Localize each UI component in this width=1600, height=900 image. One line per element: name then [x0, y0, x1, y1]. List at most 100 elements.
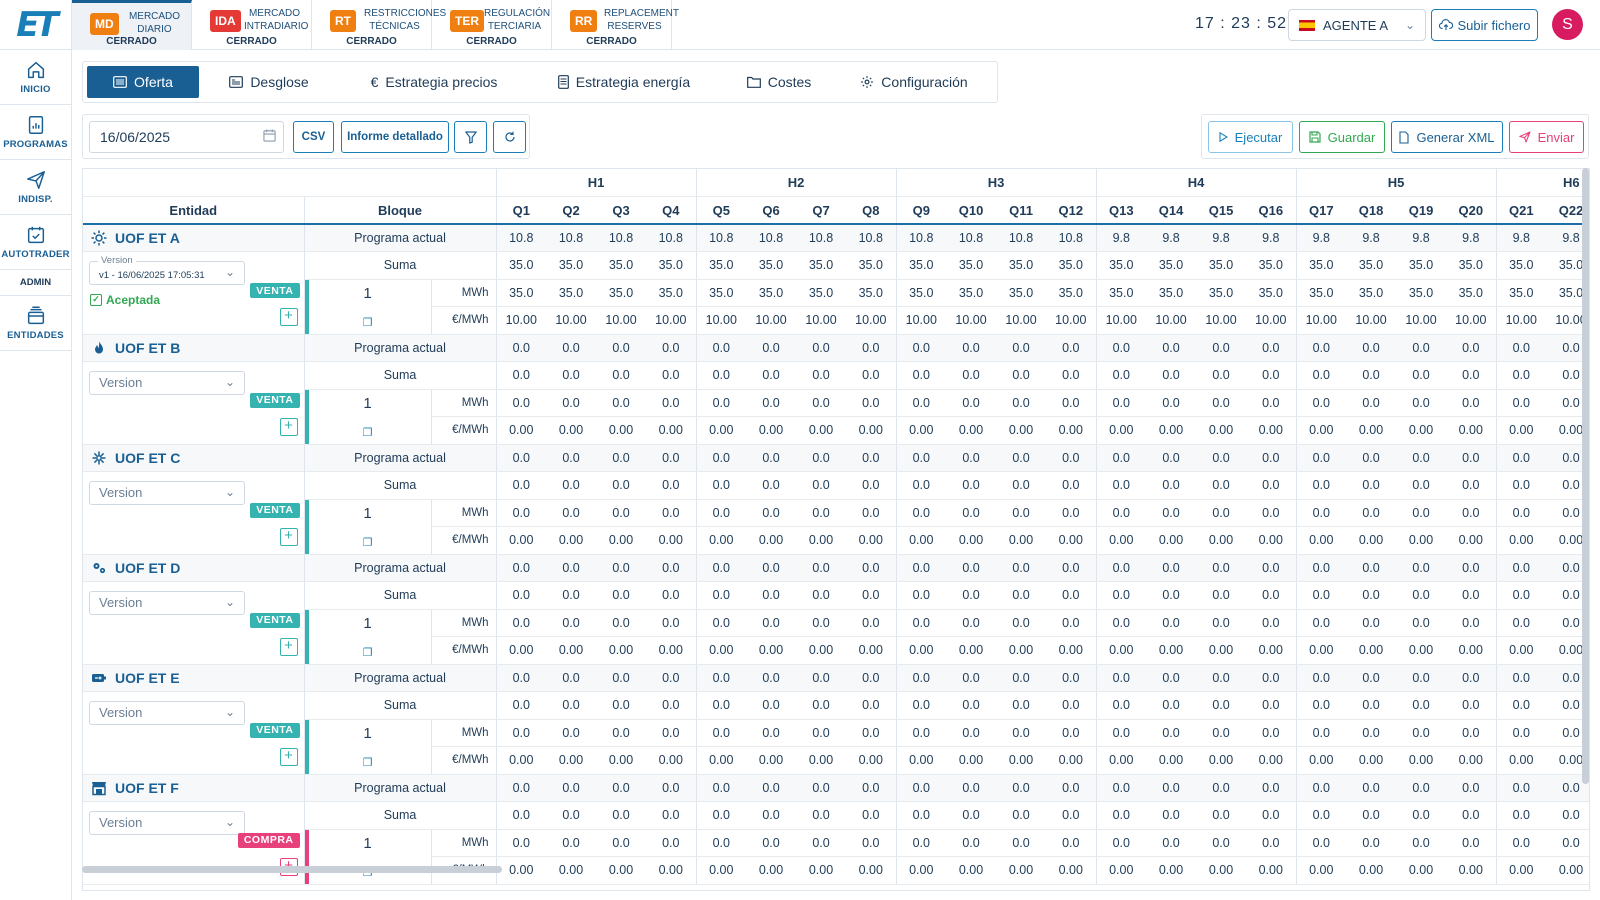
value-cell[interactable]: 35.0 — [895, 279, 947, 307]
value-cell[interactable]: 0.00 — [1346, 416, 1397, 445]
value-cell[interactable]: 10.00 — [596, 306, 647, 335]
value-cell[interactable]: 10.00 — [495, 306, 547, 335]
value-cell[interactable]: 0.00 — [1396, 746, 1447, 775]
value-cell[interactable]: 0.00 — [1246, 746, 1297, 775]
value-cell[interactable]: 0.00 — [646, 746, 697, 775]
value-cell[interactable]: 0.00 — [895, 856, 947, 885]
value-cell[interactable]: 0.0 — [1196, 499, 1247, 527]
guardar-button[interactable]: Guardar — [1299, 121, 1385, 153]
value-cell[interactable]: 0.0 — [796, 499, 847, 527]
value-cell[interactable]: 0.0 — [1396, 499, 1447, 527]
value-cell[interactable]: 0.00 — [1246, 636, 1297, 665]
value-cell[interactable]: 0.0 — [1495, 609, 1547, 637]
value-cell[interactable]: 0.00 — [546, 636, 597, 665]
value-cell[interactable]: 0.0 — [495, 829, 547, 857]
value-cell[interactable]: 0.0 — [1146, 719, 1197, 747]
copy-icon[interactable]: ❐ — [305, 646, 431, 659]
value-cell[interactable]: 0.0 — [895, 829, 947, 857]
value-cell[interactable]: 0.00 — [846, 416, 897, 445]
value-cell[interactable]: 0.0 — [546, 499, 597, 527]
value-cell[interactable]: 0.00 — [1046, 856, 1097, 885]
value-cell[interactable]: 0.00 — [746, 746, 797, 775]
value-cell[interactable]: 0.00 — [546, 416, 597, 445]
value-cell[interactable]: 0.00 — [846, 746, 897, 775]
value-cell[interactable]: 0.00 — [1146, 526, 1197, 555]
value-cell[interactable]: 0.0 — [1146, 499, 1197, 527]
value-cell[interactable]: 0.00 — [1095, 856, 1147, 885]
value-cell[interactable]: 0.00 — [495, 526, 547, 555]
value-cell[interactable]: 0.00 — [646, 526, 697, 555]
value-cell[interactable]: 0.00 — [1295, 746, 1347, 775]
sidebar-item-inicio[interactable]: INICIO — [0, 50, 71, 105]
value-cell[interactable]: 0.00 — [1446, 636, 1497, 665]
value-cell[interactable]: 35.0 — [1196, 279, 1247, 307]
value-cell[interactable]: 0.0 — [1495, 719, 1547, 747]
value-cell[interactable]: 0.00 — [495, 416, 547, 445]
value-cell[interactable]: 10.00 — [1346, 306, 1397, 335]
value-cell[interactable]: 0.0 — [1095, 389, 1147, 417]
tab-estrategia-precios[interactable]: € Estrategia precios — [339, 66, 529, 98]
vertical-scrollbar[interactable] — [1582, 168, 1589, 784]
value-cell[interactable]: 0.0 — [1495, 829, 1547, 857]
value-cell[interactable]: 0.0 — [596, 719, 647, 747]
value-cell[interactable]: 0.00 — [1446, 856, 1497, 885]
value-cell[interactable]: 0.00 — [796, 526, 847, 555]
value-cell[interactable]: 0.0 — [796, 609, 847, 637]
value-cell[interactable]: 0.00 — [846, 526, 897, 555]
value-cell[interactable]: 0.00 — [495, 856, 547, 885]
value-cell[interactable]: 0.0 — [1396, 829, 1447, 857]
value-cell[interactable]: 0.00 — [895, 636, 947, 665]
value-cell[interactable]: 0.00 — [1295, 526, 1347, 555]
value-cell[interactable]: 0.0 — [1495, 389, 1547, 417]
value-cell[interactable]: 0.0 — [1046, 609, 1097, 637]
market-tab-rt[interactable]: RT RESTRICCIONES TÉCNICAS CERRADO — [312, 0, 446, 50]
value-cell[interactable]: 0.0 — [895, 389, 947, 417]
value-cell[interactable]: 0.0 — [846, 829, 897, 857]
sidebar-item-programas[interactable]: PROGRAMAS — [0, 105, 71, 160]
refresh-button[interactable] — [493, 121, 526, 153]
app-logo[interactable]: ET — [0, 0, 72, 50]
value-cell[interactable]: 0.0 — [746, 389, 797, 417]
version-select[interactable]: Version ⌄ — [89, 810, 245, 835]
value-cell[interactable]: 35.0 — [746, 279, 797, 307]
value-cell[interactable]: 0.0 — [646, 719, 697, 747]
tab-desglose[interactable]: Desglose — [199, 66, 339, 98]
value-cell[interactable]: 0.0 — [846, 719, 897, 747]
value-cell[interactable]: 0.00 — [946, 746, 997, 775]
value-cell[interactable]: 0.0 — [495, 389, 547, 417]
sidebar-item-entidades[interactable]: ENTIDADES — [0, 296, 71, 351]
value-cell[interactable]: 0.00 — [596, 746, 647, 775]
value-cell[interactable]: 0.00 — [846, 636, 897, 665]
value-cell[interactable]: 0.0 — [1095, 829, 1147, 857]
value-cell[interactable]: 35.0 — [1046, 279, 1097, 307]
value-cell[interactable]: 0.00 — [1196, 416, 1247, 445]
value-cell[interactable]: 0.00 — [1546, 856, 1589, 885]
value-cell[interactable]: 0.0 — [746, 499, 797, 527]
value-cell[interactable]: 0.0 — [495, 719, 547, 747]
value-cell[interactable]: 0.0 — [996, 719, 1047, 747]
value-cell[interactable]: 0.0 — [646, 499, 697, 527]
value-cell[interactable]: 0.0 — [1246, 389, 1297, 417]
value-cell[interactable]: 0.00 — [1446, 416, 1497, 445]
version-select[interactable]: Version ⌄ — [89, 370, 245, 395]
value-cell[interactable]: 0.00 — [1396, 636, 1447, 665]
value-cell[interactable]: 0.0 — [1396, 389, 1447, 417]
value-cell[interactable]: 0.0 — [1295, 499, 1347, 527]
value-cell[interactable]: 0.00 — [946, 636, 997, 665]
value-cell[interactable]: 0.0 — [1446, 389, 1497, 417]
value-cell[interactable]: 0.0 — [1046, 499, 1097, 527]
value-cell[interactable]: 0.0 — [895, 609, 947, 637]
value-cell[interactable]: 10.00 — [895, 306, 947, 335]
value-cell[interactable]: 35.0 — [946, 279, 997, 307]
value-cell[interactable]: 0.00 — [1495, 746, 1547, 775]
value-cell[interactable]: 0.00 — [1196, 856, 1247, 885]
value-cell[interactable]: 0.00 — [1095, 416, 1147, 445]
value-cell[interactable]: 0.0 — [1346, 829, 1397, 857]
value-cell[interactable]: 10.00 — [846, 306, 897, 335]
value-cell[interactable]: 0.0 — [1295, 719, 1347, 747]
value-cell[interactable]: 35.0 — [495, 279, 547, 307]
copy-icon[interactable]: ❐ — [305, 316, 431, 329]
value-cell[interactable]: 0.0 — [1196, 829, 1247, 857]
horizontal-scrollbar[interactable] — [82, 866, 502, 873]
value-cell[interactable]: 35.0 — [1246, 279, 1297, 307]
